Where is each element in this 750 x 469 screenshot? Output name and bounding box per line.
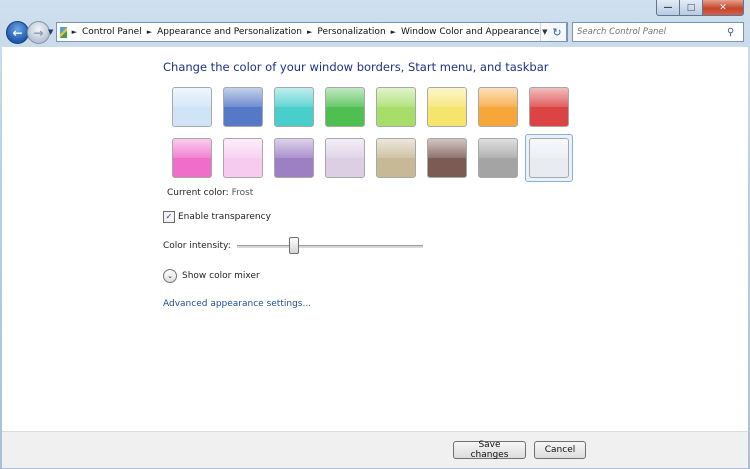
slider-track[interactable] — [237, 245, 423, 248]
intensity-label: Color intensity: — [163, 241, 231, 251]
footer-bar: Save changes Cancel — [2, 431, 748, 468]
cancel-button[interactable]: Cancel — [534, 441, 586, 459]
current-color-label: Current color: — [167, 188, 229, 198]
color-swatch-chocolate[interactable] — [427, 138, 467, 178]
forward-arrow-icon: → — [33, 25, 44, 40]
color-swatch-lavender[interactable] — [325, 138, 365, 178]
color-swatch-taupe[interactable] — [376, 138, 416, 178]
window-frame: — □ ✕ ← → ▼ ► Control Panel ► Appearance… — [0, 0, 750, 469]
color-swatch-sky[interactable] — [172, 87, 212, 127]
chevron-right-icon[interactable]: ► — [147, 28, 152, 36]
chevron-right-icon[interactable]: ► — [72, 28, 77, 36]
color-mixer-label[interactable]: Show color mixer — [182, 271, 260, 281]
advanced-appearance-link[interactable]: Advanced appearance settings... — [163, 299, 311, 309]
breadcrumb-window-color[interactable]: Window Color and Appearance — [401, 27, 540, 37]
caption-buttons: — □ ✕ — [656, 0, 744, 16]
color-swatch-violet[interactable] — [274, 138, 314, 178]
color-mixer-toggle[interactable]: ⌄ Show color mixer — [163, 269, 260, 283]
slider-thumb[interactable] — [288, 237, 299, 254]
color-swatch-sea[interactable] — [274, 87, 314, 127]
maximize-button[interactable]: □ — [680, 0, 703, 16]
transparency-checkbox[interactable]: ✓ — [163, 211, 175, 223]
breadcrumb-appearance[interactable]: Appearance and Personalization — [157, 27, 302, 37]
color-swatch-blush[interactable] — [223, 138, 263, 178]
close-button[interactable]: ✕ — [703, 0, 744, 16]
page-title: Change the color of your window borders,… — [163, 60, 549, 74]
save-changes-button[interactable]: Save changes — [453, 440, 526, 460]
color-swatch-leaf[interactable] — [325, 87, 365, 127]
current-color: Current color: Frost — [167, 188, 253, 198]
chevron-right-icon[interactable]: ► — [307, 28, 312, 36]
minimize-button[interactable]: — — [656, 0, 680, 16]
color-swatch-frost[interactable] — [529, 138, 569, 178]
color-swatch-fuchsia[interactable] — [172, 138, 212, 178]
color-swatch-ruby[interactable] — [529, 87, 569, 127]
refresh-button[interactable]: ↻ — [548, 22, 567, 42]
current-color-value: Frost — [231, 188, 254, 198]
color-swatch-slate[interactable] — [478, 138, 518, 178]
chevron-right-icon[interactable]: ► — [391, 28, 396, 36]
refresh-icon: ↻ — [552, 25, 562, 39]
search-icon[interactable]: ⚲ — [727, 27, 734, 38]
back-button[interactable]: ← — [6, 21, 29, 44]
color-swatch-lemon[interactable] — [427, 87, 467, 127]
transparency-label[interactable]: Enable transparency — [178, 212, 271, 222]
recent-pages-dropdown[interactable]: ▼ — [48, 28, 53, 36]
address-bar[interactable]: ► Control Panel ► Appearance and Persona… — [56, 22, 568, 42]
back-arrow-icon: ← — [12, 25, 23, 40]
navigation-bar: ← → ▼ ► Control Panel ► Appearance and P… — [0, 18, 750, 46]
search-box[interactable]: ⚲ — [572, 22, 744, 42]
color-swatch-lime[interactable] — [376, 87, 416, 127]
main-content: Change the color of your window borders,… — [2, 47, 748, 431]
color-swatch-twilight[interactable] — [223, 87, 263, 127]
color-swatch-pumpkin[interactable] — [478, 87, 518, 127]
forward-button[interactable]: → — [27, 21, 50, 44]
breadcrumb-personalization[interactable]: Personalization — [317, 27, 385, 37]
breadcrumb-control-panel[interactable]: Control Panel — [82, 27, 142, 37]
chevron-down-icon[interactable]: ⌄ — [163, 269, 177, 283]
transparency-option[interactable]: ✓ Enable transparency — [163, 211, 271, 223]
search-input[interactable] — [573, 26, 727, 38]
color-intensity-slider[interactable] — [237, 237, 423, 254]
control-panel-icon — [60, 26, 67, 38]
